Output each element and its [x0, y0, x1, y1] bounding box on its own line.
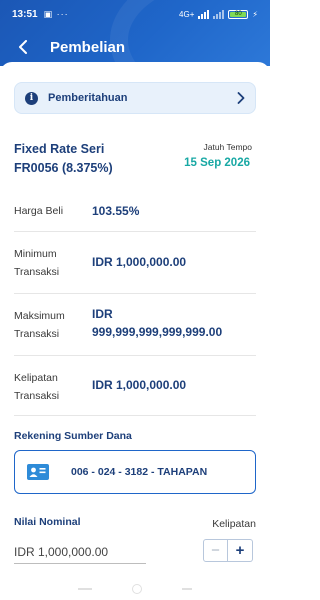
notification-icons: ▣ ···	[43, 8, 69, 19]
due-date-value: 15 Sep 2026	[184, 157, 250, 169]
kelipatan-label: Kelipatan	[212, 518, 256, 530]
system-nav-bar	[0, 578, 270, 600]
detail-label: Maksimum Transaksi	[14, 307, 65, 343]
decrement-button[interactable]: −	[203, 539, 228, 562]
detail-value: IDR 1,000,000.00	[92, 376, 186, 394]
detail-label-line: Maksimum	[14, 310, 65, 322]
nav-row: Pembelian	[0, 30, 270, 64]
page-title: Pembelian	[50, 38, 126, 56]
increment-button[interactable]: +	[228, 539, 253, 562]
network-type: 4G+	[179, 9, 195, 19]
detail-value-line: IDR 1,000,000.00	[92, 255, 187, 269]
nominal-title: Nilai Nominal	[14, 516, 81, 528]
status-bar: 13:51 ▣ ··· 4G+ 80 ⚡	[0, 0, 270, 28]
status-right-icons: 4G+ 80 ⚡	[179, 9, 258, 19]
home-button[interactable]	[132, 584, 142, 594]
detail-row-harga-beli: Harga Beli 103.55%	[14, 190, 256, 232]
source-account-number: 006 - 024 - 3182 - TAHAPAN	[71, 466, 208, 478]
info-icon: i	[25, 91, 38, 105]
bond-name-line2: FR0056 (8.375%)	[14, 161, 113, 175]
back-nav-button[interactable]	[182, 588, 192, 590]
detail-value: IDR 1,000,000.00	[92, 253, 186, 271]
detail-row-maksimum-transaksi: Maksimum Transaksi IDR 999,999,999,999,9…	[14, 294, 256, 356]
charging-icon: ⚡	[252, 9, 258, 19]
detail-value: IDR 999,999,999,999,999.00	[92, 305, 222, 341]
detail-value: 103.55%	[92, 202, 139, 220]
due-date-label: Jatuh Tempo	[203, 142, 252, 152]
detail-value-line: 103.55%	[92, 204, 140, 218]
detail-label-line: Harga Beli	[14, 205, 64, 217]
nominal-input[interactable]	[14, 540, 146, 564]
battery-level: 80	[230, 11, 247, 17]
id-card-icon	[27, 464, 49, 480]
back-button[interactable]	[12, 35, 36, 59]
detail-label-line: Minimum	[14, 248, 57, 260]
content-sheet: i Pemberitahuan Fixed Rate Seri FR0056 (…	[0, 62, 270, 600]
detail-value-line: 999,999,999,999,999.00	[92, 325, 223, 339]
nominal-stepper: − +	[203, 539, 253, 562]
detail-label-line: Kelipatan	[14, 372, 58, 384]
bond-name: Fixed Rate Seri FR0056 (8.375%)	[14, 140, 154, 178]
source-account-title: Rekening Sumber Dana	[14, 430, 132, 442]
signal-icon-2	[213, 9, 225, 19]
arrow-left-icon	[19, 40, 27, 54]
detail-row-kelipatan-transaksi: Kelipatan Transaksi IDR 1,000,000.00	[14, 356, 256, 416]
app-header: 13:51 ▣ ··· 4G+ 80 ⚡ Pembelian	[0, 0, 270, 66]
detail-label-line: Transaksi	[14, 328, 60, 340]
chevron-right-icon	[237, 92, 245, 104]
bond-name-line1: Fixed Rate Seri	[14, 142, 105, 156]
detail-value-line: IDR	[92, 307, 113, 321]
status-time: 13:51	[12, 8, 38, 20]
detail-label: Harga Beli	[14, 202, 63, 220]
signal-icon	[198, 9, 210, 19]
battery-icon: 80	[228, 9, 249, 19]
detail-label: Minimum Transaksi	[14, 245, 59, 281]
notice-banner[interactable]: i Pemberitahuan	[14, 82, 256, 114]
source-account-selector[interactable]: 006 - 024 - 3182 - TAHAPAN	[14, 450, 256, 494]
detail-row-minimum-transaksi: Minimum Transaksi IDR 1,000,000.00	[14, 232, 256, 294]
notice-label: Pemberitahuan	[48, 92, 128, 104]
detail-label-line: Transaksi	[14, 390, 60, 402]
detail-label: Kelipatan Transaksi	[14, 369, 59, 405]
detail-label-line: Transaksi	[14, 266, 60, 278]
detail-value-line: IDR 1,000,000.00	[92, 378, 187, 392]
recents-button[interactable]	[78, 588, 92, 590]
